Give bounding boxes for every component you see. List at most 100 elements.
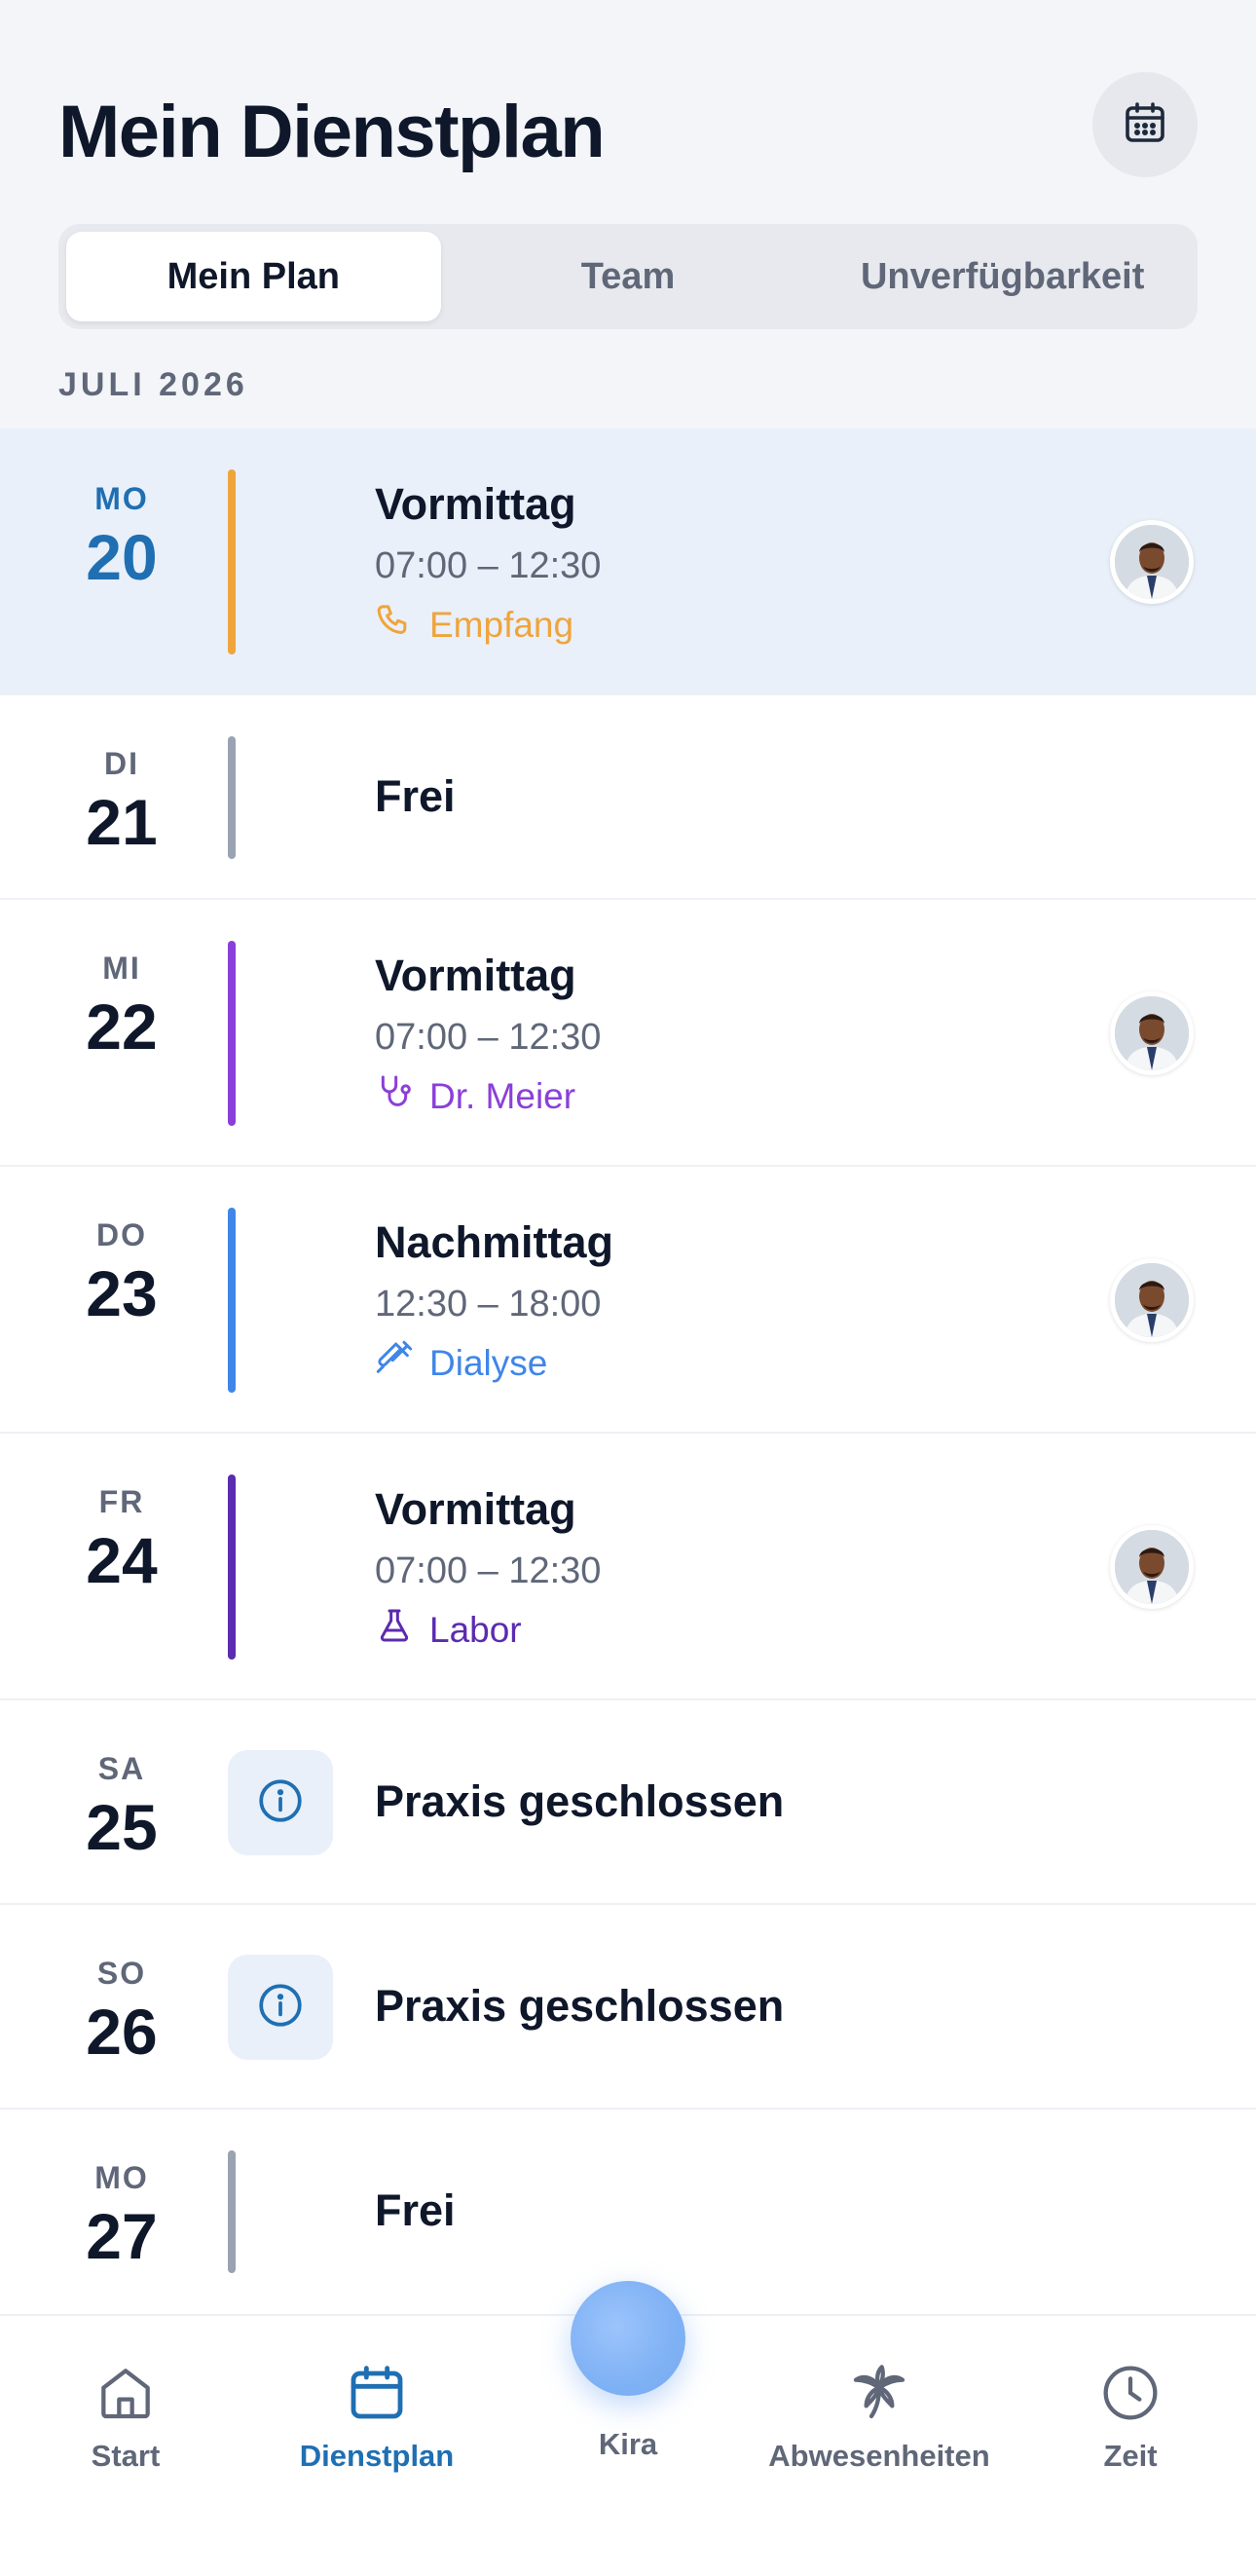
date-block: FR 24 bbox=[39, 1484, 204, 1592]
shift-location: Dialyse bbox=[375, 1339, 613, 1387]
day-number: 24 bbox=[86, 1524, 158, 1596]
home-icon bbox=[0, 2359, 251, 2427]
day-number: 25 bbox=[86, 1791, 158, 1863]
flask-icon bbox=[375, 1606, 414, 1654]
weekday: MI bbox=[102, 951, 141, 986]
nav-label: Zeit bbox=[1103, 2439, 1158, 2473]
day-number: 26 bbox=[86, 1996, 158, 2068]
location-label: Empfang bbox=[429, 604, 574, 645]
shift-content: Vormittag 07:00 – 12:30 Dr. Meier bbox=[375, 951, 601, 1120]
palm-tree-icon bbox=[754, 2359, 1005, 2427]
date-block: SO 26 bbox=[39, 1956, 204, 2064]
shift-title: Vormittag bbox=[375, 951, 576, 1000]
day-number: 22 bbox=[86, 990, 158, 1063]
view-tabs: Mein Plan Team Unverfügbarkeit bbox=[58, 224, 1198, 329]
nav-start[interactable]: Start bbox=[0, 2359, 251, 2474]
day-row[interactable]: SA 25 Praxis geschlossen bbox=[0, 1700, 1256, 1905]
schedule-list: MO 20 Vormittag 07:00 – 12:30 Empfang DI… bbox=[0, 429, 1256, 2314]
day-row[interactable]: MO 20 Vormittag 07:00 – 12:30 Empfang bbox=[0, 429, 1256, 695]
day-number: 20 bbox=[86, 521, 158, 593]
day-row[interactable]: MI 22 Vormittag 07:00 – 12:30 Dr. Meier bbox=[0, 900, 1256, 1167]
avatar bbox=[1110, 1525, 1194, 1609]
shift-time: 12:30 – 18:00 bbox=[375, 1284, 602, 1325]
location-label: Labor bbox=[429, 1609, 522, 1650]
shift-location: Dr. Meier bbox=[375, 1072, 601, 1120]
calendar-icon bbox=[251, 2359, 502, 2427]
info-icon bbox=[256, 1981, 305, 2035]
tab-unverfuegbarkeit[interactable]: Unverfügbarkeit bbox=[815, 232, 1190, 321]
shift-time: 07:00 – 12:30 bbox=[375, 1550, 602, 1591]
weekday: FR bbox=[98, 1484, 145, 1519]
calendar-button[interactable] bbox=[1092, 72, 1198, 177]
closed-label: Praxis geschlossen bbox=[375, 1981, 785, 2031]
weekday: DO bbox=[96, 1217, 147, 1252]
shift-color-bar bbox=[228, 1208, 236, 1393]
kira-orb-button[interactable] bbox=[571, 2281, 685, 2396]
day-row[interactable]: DO 23 Nachmittag 12:30 – 18:00 Dialyse bbox=[0, 1167, 1256, 1434]
syringe-icon bbox=[375, 1339, 414, 1387]
location-label: Dr. Meier bbox=[429, 1075, 576, 1116]
avatar bbox=[1110, 520, 1194, 604]
free-label: Frei bbox=[375, 2185, 456, 2235]
shift-color-bar bbox=[228, 2150, 236, 2273]
day-number: 27 bbox=[86, 2200, 158, 2272]
day-number: 21 bbox=[86, 786, 158, 858]
date-block: MO 20 bbox=[39, 481, 204, 589]
phone-icon bbox=[375, 601, 414, 649]
free-label: Frei bbox=[375, 771, 456, 821]
tab-team[interactable]: Team bbox=[441, 232, 816, 321]
date-block: SA 25 bbox=[39, 1751, 204, 1859]
nav-abwesenheiten[interactable]: Abwesenheiten bbox=[754, 2359, 1005, 2474]
shift-location: Empfang bbox=[375, 601, 601, 649]
header-area: Mein Dienstplan Mein Plan Team Unverfügb… bbox=[0, 0, 1256, 429]
nav-label: Dienstplan bbox=[299, 2439, 455, 2473]
shift-content: Nachmittag 12:30 – 18:00 Dialyse bbox=[375, 1217, 613, 1387]
nav-dienstplan[interactable]: Dienstplan bbox=[251, 2359, 502, 2474]
shift-color-bar bbox=[228, 469, 236, 654]
location-label: Dialyse bbox=[429, 1342, 548, 1383]
day-number: 23 bbox=[86, 1257, 158, 1329]
shift-time: 07:00 – 12:30 bbox=[375, 545, 602, 586]
closed-content: Praxis geschlossen bbox=[375, 1981, 784, 2032]
day-row[interactable]: SO 26 Praxis geschlossen bbox=[0, 1905, 1256, 2109]
calendar-icon bbox=[1122, 99, 1168, 151]
info-tile bbox=[228, 1750, 333, 1855]
tab-mein-plan[interactable]: Mein Plan bbox=[66, 232, 441, 321]
shift-title: Vormittag bbox=[375, 1484, 576, 1534]
nav-label: Abwesenheiten bbox=[768, 2439, 990, 2473]
nav-zeit[interactable]: Zeit bbox=[1005, 2359, 1256, 2474]
day-row[interactable]: FR 24 Vormittag 07:00 – 12:30 Labor bbox=[0, 1434, 1256, 1700]
shift-color-bar bbox=[228, 736, 236, 859]
weekday: MO bbox=[94, 2160, 149, 2195]
info-tile bbox=[228, 1955, 333, 2060]
shift-location: Labor bbox=[375, 1606, 601, 1654]
nav-label: Start bbox=[91, 2439, 161, 2473]
shift-content: Vormittag 07:00 – 12:30 Labor bbox=[375, 1484, 601, 1654]
shift-color-bar bbox=[228, 941, 236, 1126]
date-block: DI 21 bbox=[39, 746, 204, 854]
nav-kira-label[interactable]: Kira bbox=[502, 2427, 754, 2462]
month-label: JULI 2026 bbox=[58, 366, 248, 403]
weekday: SA bbox=[97, 1751, 146, 1786]
shift-title: Nachmittag bbox=[375, 1217, 614, 1267]
free-content: Frei bbox=[375, 771, 456, 822]
weekday: MO bbox=[94, 481, 149, 516]
avatar bbox=[1110, 1258, 1194, 1342]
avatar bbox=[1110, 991, 1194, 1075]
day-row[interactable]: DI 21 Frei bbox=[0, 695, 1256, 900]
weekday: DI bbox=[104, 746, 139, 781]
clock-icon bbox=[1005, 2359, 1256, 2427]
closed-content: Praxis geschlossen bbox=[375, 1776, 784, 1827]
shift-content: Vormittag 07:00 – 12:30 Empfang bbox=[375, 479, 601, 649]
stethoscope-icon bbox=[375, 1072, 414, 1120]
free-content: Frei bbox=[375, 2185, 456, 2236]
date-block: MO 27 bbox=[39, 2160, 204, 2268]
date-block: MI 22 bbox=[39, 951, 204, 1059]
info-icon bbox=[256, 1776, 305, 1830]
closed-label: Praxis geschlossen bbox=[375, 1776, 785, 1826]
page-title: Mein Dienstplan bbox=[58, 91, 606, 173]
shift-time: 07:00 – 12:30 bbox=[375, 1017, 602, 1058]
shift-title: Vormittag bbox=[375, 479, 576, 529]
date-block: DO 23 bbox=[39, 1217, 204, 1325]
weekday: SO bbox=[96, 1956, 147, 1991]
